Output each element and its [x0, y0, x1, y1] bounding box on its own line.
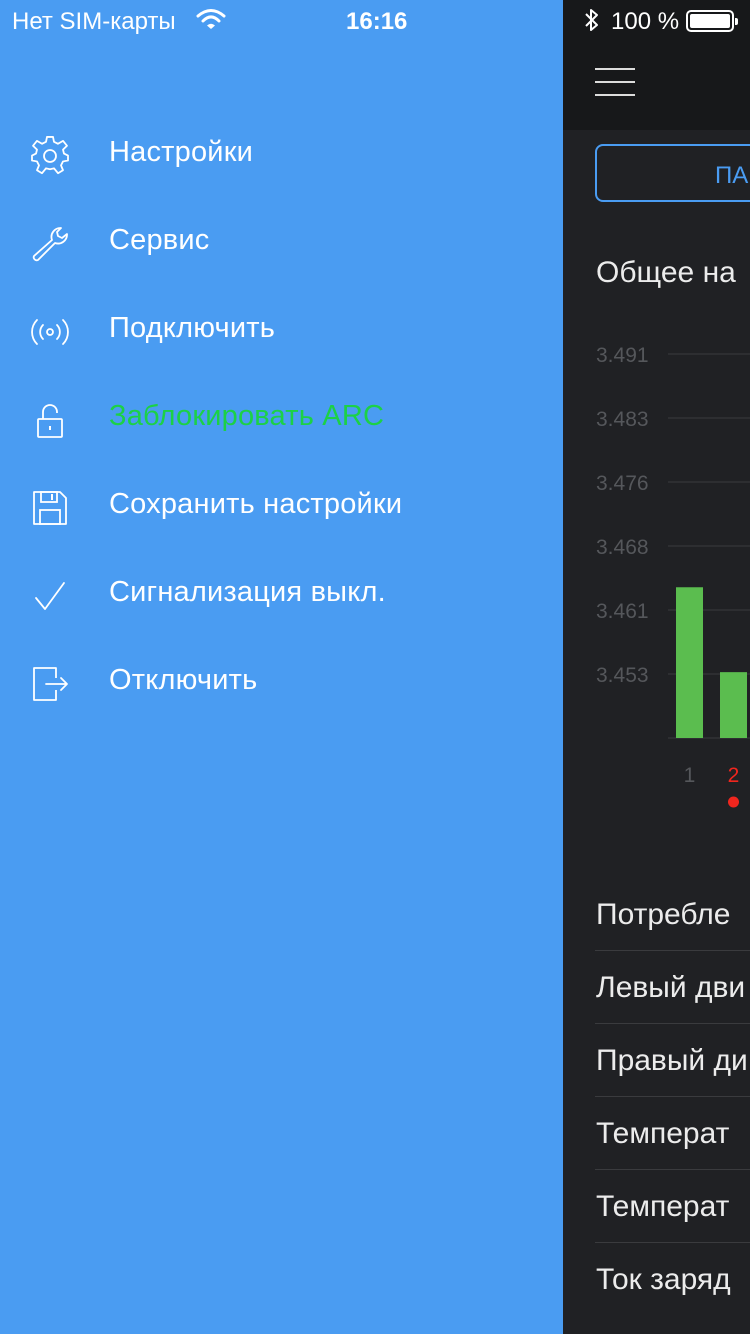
broadcast-icon — [31, 319, 69, 345]
voltage-bar-chart: 3.491 3.483 3.476 3.468 3.461 3.453 1 2 — [596, 344, 750, 808]
checkmark-icon — [35, 582, 65, 610]
menu-item-label: Подключить — [109, 312, 276, 344]
clock: 16:16 — [346, 8, 408, 35]
menu-item-save-settings[interactable]: Сохранить настройки — [0, 466, 563, 546]
bar[interactable] — [720, 672, 747, 738]
list-item-label: Температ — [596, 1117, 730, 1150]
y-tick-label: 3.461 — [596, 600, 649, 623]
menu-item-connect[interactable]: Подключить — [0, 290, 563, 370]
menu-item-label: Сигнализация выкл. — [109, 576, 386, 608]
hamburger-menu-icon[interactable] — [595, 68, 635, 96]
list-item[interactable]: Температ — [595, 1170, 750, 1243]
list-item[interactable]: Правый ди — [595, 1024, 750, 1097]
mode-button[interactable]: ПА — [595, 144, 750, 202]
list-item[interactable]: Ток заряд — [595, 1243, 750, 1316]
exit-icon — [33, 667, 68, 701]
menu-item-label: Заблокировать ARC — [109, 400, 385, 432]
y-tick-label: 3.476 — [596, 472, 649, 495]
wifi-icon — [196, 9, 226, 29]
wrench-icon — [32, 227, 68, 262]
side-drawer: Настройки Сервис Подключить Заблокироват… — [0, 0, 563, 1334]
x-tick-label: 2 — [728, 764, 740, 787]
battery-percent: 100 % — [611, 8, 680, 35]
status-bar: Нет SIM-карты 16:16 100 % — [0, 0, 750, 40]
list-item-label: Правый ди — [596, 1044, 748, 1077]
y-tick-label: 3.483 — [596, 408, 649, 431]
carrier-label: Нет SIM-карты — [12, 8, 176, 35]
bluetooth-icon — [585, 9, 598, 31]
menu-item-label: Настройки — [109, 136, 253, 168]
section-title: Общее на — [596, 256, 736, 289]
x-tick-label: 1 — [684, 764, 696, 787]
list-item-label: Потребле — [596, 898, 731, 931]
menu-item-label: Сервис — [109, 224, 210, 256]
list-item[interactable]: Потребле — [595, 878, 750, 951]
list-item[interactable]: Температ — [595, 1097, 750, 1170]
battery-icon — [686, 10, 738, 32]
menu-item-service[interactable]: Сервис — [0, 202, 563, 282]
y-tick-label: 3.491 — [596, 344, 649, 367]
menu-item-alarm[interactable]: Сигнализация выкл. — [0, 554, 563, 634]
y-tick-label: 3.453 — [596, 664, 649, 687]
y-tick-label: 3.468 — [596, 536, 649, 559]
gear-icon — [31, 136, 69, 175]
menu-item-settings[interactable]: Настройки — [0, 114, 563, 194]
menu-item-lock-arc[interactable]: Заблокировать ARC — [0, 378, 563, 458]
menu-item-label: Отключить — [109, 664, 258, 696]
list-item[interactable]: Левый дви — [595, 951, 750, 1024]
menu-item-label: Сохранить настройки — [109, 488, 403, 520]
unlock-icon — [37, 404, 63, 438]
menu-item-disconnect[interactable]: Отключить — [0, 642, 563, 722]
main-content: ПА Общее на 3.491 3.483 3.476 3.468 3.461 3.4… — [563, 0, 750, 1334]
list-item-label: Ток заряд — [596, 1263, 731, 1296]
selected-indicator-dot — [728, 796, 739, 808]
list-item-label: Температ — [596, 1190, 730, 1223]
bar[interactable] — [676, 587, 703, 738]
floppy-disk-icon — [33, 491, 67, 525]
list-item-label: Левый дви — [596, 971, 746, 1004]
